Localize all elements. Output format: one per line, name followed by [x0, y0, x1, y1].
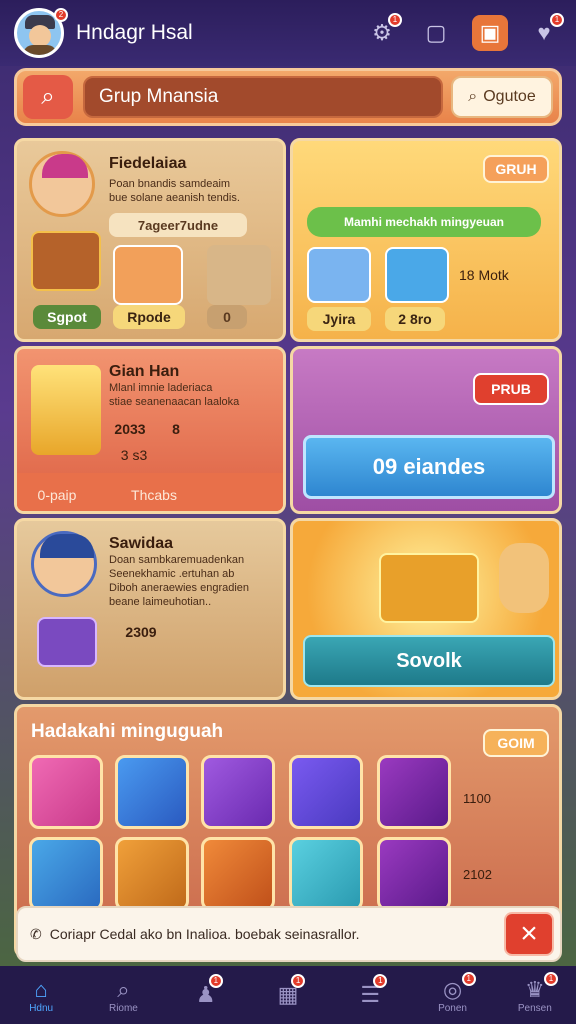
- nav-profile[interactable]: ◎ Ponen 1: [411, 966, 493, 1024]
- item-tile[interactable]: [201, 755, 275, 829]
- page-title: Hndagr Hsal: [76, 21, 193, 44]
- nav-list[interactable]: ☰ 1: [329, 966, 411, 1024]
- card-title: Fiedelaiaa: [109, 155, 187, 172]
- controller-icon[interactable]: ⚙ 1: [364, 13, 402, 51]
- card-stat: 3 s3: [120, 447, 148, 463]
- bottom-nav: ⌂ Hdnu ⌕ Riome ♟ 1 ▦ 1 ☰ 1 ◎ Ponen 1 ♛ Pensen 1: [0, 966, 576, 1024]
- filter-button[interactable]: ⌕ Ogutoe: [451, 76, 553, 118]
- card-reward[interactable]: Sovolk: [290, 518, 562, 700]
- card-sawidaa[interactable]: Sawidaa Doan sambkaremuadenkan Seenekham…: [14, 518, 286, 700]
- small-button[interactable]: 0: [207, 305, 247, 329]
- phone-icon: ✆: [30, 925, 42, 942]
- toast-message: Coriapr Cedal ako bn Inalioa. boebak sei…: [49, 926, 360, 942]
- search-icon: ⌕: [468, 88, 478, 105]
- sro-button[interactable]: 2 8ro: [385, 307, 445, 331]
- nav-rank[interactable]: ♛ Pensen 1: [494, 966, 576, 1024]
- card-prub[interactable]: PRUB 09 eiandes: [290, 346, 562, 514]
- footer-button[interactable]: Thcabs: [109, 483, 199, 507]
- section-badge: GOIM: [483, 729, 549, 757]
- item-tile[interactable]: [289, 755, 363, 829]
- crown-icon: ♛: [524, 976, 545, 1002]
- character-thumbnail: [307, 247, 371, 303]
- profile-icon: ◎: [442, 976, 463, 1002]
- search-bar: ⌕ Grup Mnansia ⌕ Ogutoe: [14, 68, 562, 126]
- treasure-chest-icon: [379, 553, 479, 623]
- close-button[interactable]: ×: [504, 912, 554, 956]
- card-description: Doan sambkaremuadenkan Seenekhamic .ertu…: [109, 554, 250, 608]
- top-bar: 2 Hndagr Hsal ⚙ 1 ▢ ▣ ♥ 1: [0, 0, 576, 66]
- card-gian-han[interactable]: Gian Han Mlanl imnie laderiaca stiae sea…: [14, 346, 286, 514]
- treasure-chest-icon: [31, 231, 101, 291]
- item-tile[interactable]: [115, 755, 189, 829]
- shop-icon[interactable]: ▣: [472, 15, 508, 51]
- shield-icon: [385, 247, 449, 303]
- card-fiedelaiaa[interactable]: Fiedelaiaa Poan bnandis samdeaim bue sol…: [14, 138, 286, 342]
- jyira-button[interactable]: Jyira: [307, 307, 371, 331]
- item-tile[interactable]: [377, 755, 451, 829]
- card-title: Gian Han: [109, 363, 180, 380]
- row-label: 2102: [463, 867, 492, 882]
- footer-label: 0-paip: [37, 487, 77, 503]
- card-stat: 18 Motk: [459, 267, 509, 283]
- purple-card-icon: [37, 617, 97, 667]
- card-stat: 2309: [125, 624, 157, 640]
- search-icon: ⌕: [117, 976, 130, 1002]
- trophy-icon: [31, 365, 101, 455]
- item-tile[interactable]: [201, 837, 275, 911]
- fox-icon: [499, 543, 549, 613]
- nav-guild[interactable]: ♟ 1: [165, 966, 247, 1024]
- card-stat: 7ageer7udne: [109, 213, 247, 237]
- search-button[interactable]: ⌕: [23, 75, 73, 119]
- card-badge: PRUB: [473, 373, 549, 405]
- search-input[interactable]: Grup Mnansia: [83, 76, 443, 118]
- home-icon: ⌂: [34, 976, 48, 1002]
- card-stat: 2033: [114, 421, 146, 437]
- card-description: Poan bnandis samdeaim bue solane aeanish…: [109, 178, 240, 204]
- nav-search[interactable]: ⌕ Riome: [82, 966, 164, 1024]
- nav-home[interactable]: ⌂ Hdnu: [0, 966, 82, 1024]
- rpode-button[interactable]: Rpode: [113, 305, 185, 329]
- sovolk-button[interactable]: Sovolk: [303, 635, 555, 687]
- toast-notification: ✆ Coriapr Cedal ako bn Inalioa. boebak s…: [16, 906, 562, 962]
- character-portrait: [29, 151, 95, 217]
- fox-icon: [207, 245, 271, 305]
- avatar-badge: 2: [54, 8, 68, 22]
- item-tile[interactable]: [115, 837, 189, 911]
- card-badge: GRUH: [483, 155, 549, 183]
- section-title: Hadakahi minguguah: [31, 721, 224, 742]
- primary-button[interactable]: 09 eiandes: [303, 435, 555, 499]
- nav-grid[interactable]: ▦ 1: [247, 966, 329, 1024]
- item-tile[interactable]: [289, 837, 363, 911]
- book-icon[interactable]: ▢: [418, 15, 454, 51]
- sgpot-button[interactable]: Sgpot: [33, 305, 101, 329]
- row-label: 1100: [463, 791, 491, 806]
- search-icon: ⌕: [41, 83, 55, 110]
- item-tile[interactable]: [377, 837, 451, 911]
- character-portrait: [31, 531, 97, 597]
- item-tile[interactable]: [29, 755, 103, 829]
- character-thumbnail: [113, 245, 183, 305]
- close-icon: ×: [520, 917, 538, 950]
- card-title: Sawidaa: [109, 535, 174, 552]
- item-tile[interactable]: [29, 837, 103, 911]
- star-count: 8: [172, 421, 180, 437]
- card-banner[interactable]: Mamhi mechakh mingyeuan: [307, 207, 541, 237]
- card-description: Mlanl imnie laderiaca stiae seanenaacan …: [109, 382, 240, 408]
- heart-icon[interactable]: ♥ 1: [526, 13, 564, 51]
- card-group[interactable]: GRUH Mamhi mechakh mingyeuan 18 Motk Jyi…: [290, 138, 562, 342]
